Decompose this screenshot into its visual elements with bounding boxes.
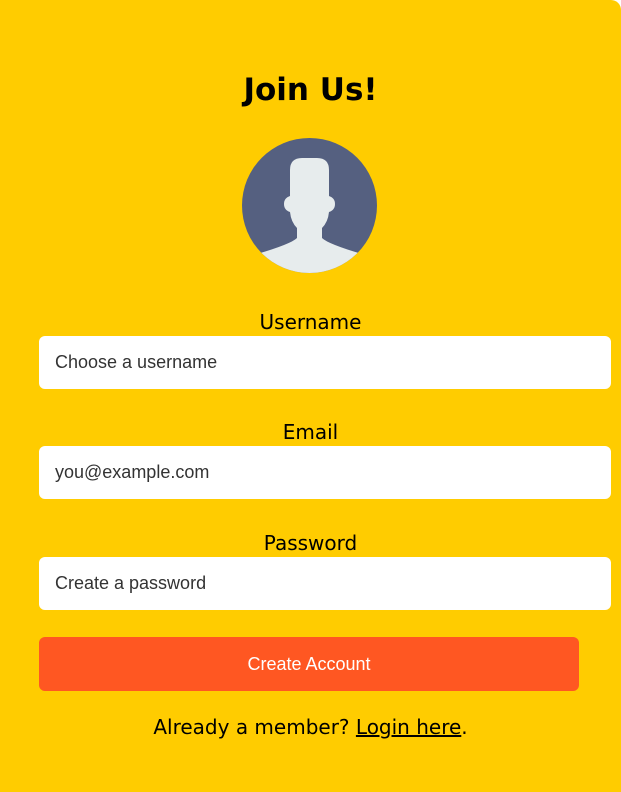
username-input[interactable] [39,336,611,389]
login-prompt-end: . [461,715,468,739]
username-label: Username [259,310,362,334]
email-input[interactable] [39,446,611,499]
email-label: Email [282,420,339,444]
page-title: Join Us! [243,72,378,108]
login-prompt: Already a member? Login here. [0,713,621,741]
create-account-button[interactable]: Create Account [39,637,579,691]
login-link[interactable]: Login here [356,715,461,739]
signup-card: Join Us! Username Email Password Create … [0,0,621,792]
login-prompt-text: Already a member? [153,715,356,739]
user-avatar-icon [242,138,377,273]
password-label: Password [263,531,358,555]
password-input[interactable] [39,557,611,610]
